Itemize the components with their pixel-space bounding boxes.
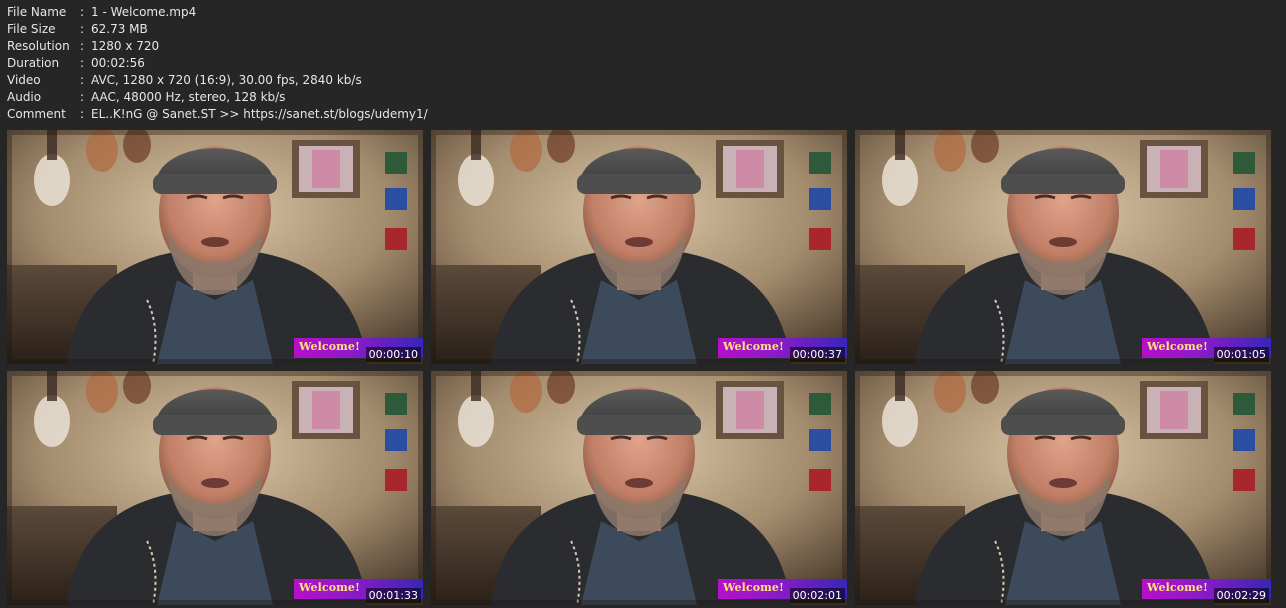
video-frame	[431, 130, 847, 364]
metadata-panel: File Name : 1 - Welcome.mp4 File Size : …	[7, 4, 428, 123]
metadata-row-duration: Duration : 00:02:56	[7, 55, 428, 72]
video-frame	[855, 130, 1271, 364]
metadata-separator: :	[80, 107, 85, 121]
metadata-row-resolution: Resolution : 1280 x 720	[7, 38, 428, 55]
metadata-separator: :	[80, 73, 85, 87]
metadata-separator: :	[80, 5, 85, 19]
metadata-key: Video	[7, 73, 41, 87]
video-frame	[7, 371, 423, 605]
metadata-key: File Name	[7, 5, 67, 19]
timestamp: 00:01:33	[365, 588, 421, 603]
metadata-key: Duration	[7, 56, 60, 70]
video-thumbnail[interactable]: Welcome! 00:00:10	[7, 130, 423, 364]
metadata-separator: :	[80, 90, 85, 104]
banner-label: Welcome!	[723, 340, 784, 353]
timestamp: 00:00:37	[789, 347, 845, 362]
video-thumbnail[interactable]: Welcome! 00:00:37	[431, 130, 847, 364]
metadata-value: 00:02:56	[91, 56, 145, 70]
metadata-row-file-size: File Size : 62.73 MB	[7, 21, 428, 38]
banner-label: Welcome!	[299, 340, 360, 353]
metadata-row-comment: Comment : EL..K!nG @ Sanet.ST >> https:/…	[7, 106, 428, 123]
video-thumbnail[interactable]: Welcome! 00:01:05	[855, 130, 1271, 364]
video-thumbnail[interactable]: Welcome! 00:02:29	[855, 371, 1271, 605]
metadata-value: AVC, 1280 x 720 (16:9), 30.00 fps, 2840 …	[91, 73, 362, 87]
metadata-row-video: Video : AVC, 1280 x 720 (16:9), 30.00 fp…	[7, 72, 428, 89]
metadata-key: File Size	[7, 22, 56, 36]
metadata-value: AAC, 48000 Hz, stereo, 128 kb/s	[91, 90, 286, 104]
video-frame	[855, 371, 1271, 605]
banner-label: Welcome!	[299, 581, 360, 594]
banner-label: Welcome!	[723, 581, 784, 594]
timestamp: 00:00:10	[365, 347, 421, 362]
metadata-separator: :	[80, 39, 85, 53]
timestamp: 00:01:05	[1213, 347, 1269, 362]
timestamp: 00:02:01	[789, 588, 845, 603]
video-frame	[431, 371, 847, 605]
metadata-key: Resolution	[7, 39, 70, 53]
metadata-value: 1 - Welcome.mp4	[91, 5, 197, 19]
banner-label: Welcome!	[1147, 581, 1208, 594]
banner-label: Welcome!	[1147, 340, 1208, 353]
video-thumbnail[interactable]: Welcome! 00:01:33	[7, 371, 423, 605]
video-thumbnail[interactable]: Welcome! 00:02:01	[431, 371, 847, 605]
timestamp: 00:02:29	[1213, 588, 1269, 603]
thumbnail-grid: Welcome! 00:00:10 Welcome! 00:00:37 Welc…	[7, 130, 1272, 605]
metadata-value: EL..K!nG @ Sanet.ST >> https://sanet.st/…	[91, 107, 428, 121]
metadata-separator: :	[80, 22, 85, 36]
metadata-row-file-name: File Name : 1 - Welcome.mp4	[7, 4, 428, 21]
metadata-value: 62.73 MB	[91, 22, 148, 36]
metadata-row-audio: Audio : AAC, 48000 Hz, stereo, 128 kb/s	[7, 89, 428, 106]
metadata-key: Audio	[7, 90, 42, 104]
metadata-key: Comment	[7, 107, 66, 121]
video-frame	[7, 130, 423, 364]
metadata-value: 1280 x 720	[91, 39, 160, 53]
metadata-separator: :	[80, 56, 85, 70]
